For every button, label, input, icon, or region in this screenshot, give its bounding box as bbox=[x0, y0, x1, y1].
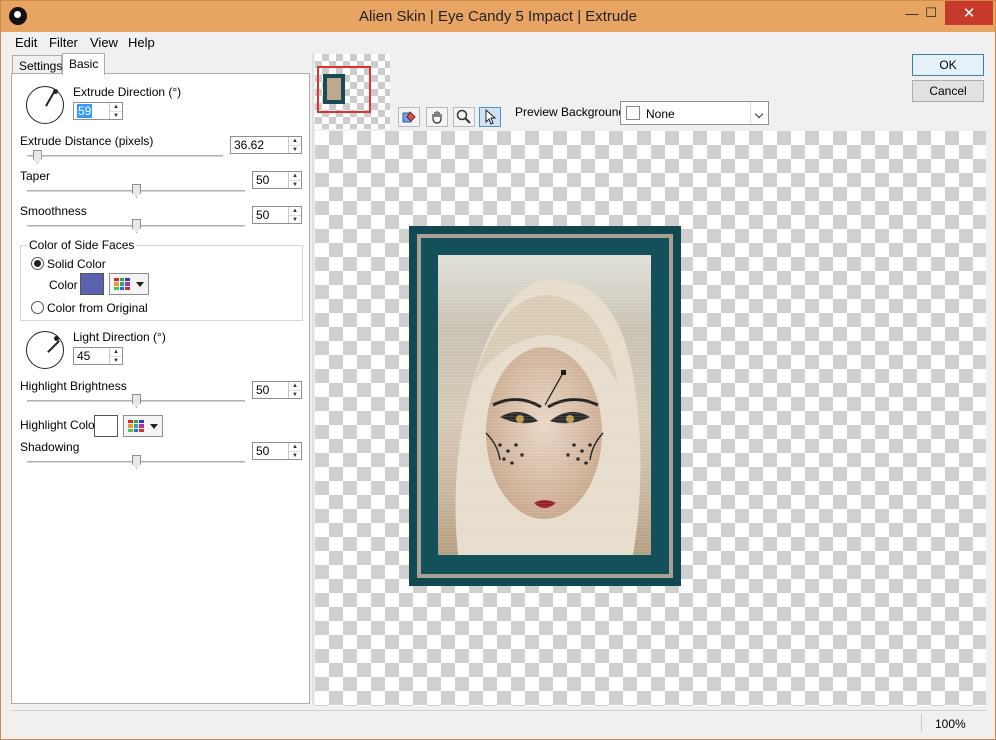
cancel-button[interactable]: Cancel bbox=[912, 80, 984, 102]
highlight-brightness-input[interactable]: 50 ▲ ▼ bbox=[252, 381, 302, 399]
solid-color-label: Solid Color bbox=[47, 257, 106, 271]
app-window: Alien Skin | Eye Candy 5 Impact | Extrud… bbox=[0, 0, 996, 740]
light-direction-label: Light Direction (°) bbox=[73, 330, 166, 344]
smoothness-down-icon[interactable]: ▼ bbox=[289, 215, 301, 224]
tab-basic[interactable]: Basic bbox=[62, 53, 105, 75]
menu-view[interactable]: View bbox=[90, 35, 118, 50]
highlight-brightness-up-icon[interactable]: ▲ bbox=[289, 382, 301, 390]
light-direction-input[interactable]: 45 ▲ ▼ bbox=[73, 347, 123, 365]
extrude-direction-value: 59 bbox=[77, 104, 93, 118]
extrude-distance-up-icon[interactable]: ▲ bbox=[289, 137, 301, 145]
navigator-thumbnail[interactable] bbox=[315, 54, 390, 129]
ok-button[interactable]: OK bbox=[912, 54, 984, 76]
palette-grid-icon bbox=[128, 420, 144, 432]
taper-down-icon[interactable]: ▼ bbox=[289, 180, 301, 189]
taper-slider-thumb[interactable] bbox=[132, 184, 141, 198]
color-from-original-radio[interactable] bbox=[31, 301, 44, 314]
hand-icon bbox=[432, 111, 442, 124]
taper-label: Taper bbox=[20, 169, 51, 183]
maximize-button[interactable]: ☐ bbox=[914, 1, 948, 25]
extrude-distance-slider-thumb[interactable] bbox=[32, 150, 42, 164]
extrude-distance-input[interactable]: 36.62 ▲ ▼ bbox=[230, 136, 302, 154]
chevron-down-icon[interactable] bbox=[750, 102, 768, 124]
magnifier-icon bbox=[456, 109, 471, 124]
light-direction-up-icon[interactable]: ▲ bbox=[110, 348, 122, 356]
highlight-brightness-value: 50 bbox=[256, 383, 270, 397]
menu-help[interactable]: Help bbox=[128, 35, 155, 50]
color-from-original-label: Color from Original bbox=[47, 301, 148, 315]
smoothness-slider-thumb[interactable] bbox=[132, 219, 141, 233]
smoothness-input[interactable]: 50 ▲ ▼ bbox=[252, 206, 302, 224]
menu-bar: Edit Filter View Help bbox=[2, 32, 995, 52]
shadowing-value: 50 bbox=[256, 444, 270, 458]
shadowing-down-icon[interactable]: ▼ bbox=[289, 451, 301, 460]
highlight-brightness-label: Highlight Brightness bbox=[20, 379, 127, 393]
side-face-palette-button[interactable] bbox=[109, 273, 149, 295]
side-face-color-swatch[interactable] bbox=[80, 273, 104, 295]
smoothness-up-icon[interactable]: ▲ bbox=[289, 207, 301, 215]
extrude-distance-down-icon[interactable]: ▼ bbox=[289, 145, 301, 154]
light-direction-down-icon[interactable]: ▼ bbox=[110, 356, 122, 365]
menu-edit[interactable]: Edit bbox=[15, 35, 37, 50]
shadowing-up-icon[interactable]: ▲ bbox=[289, 443, 301, 451]
status-bar: 100% bbox=[11, 710, 987, 734]
solid-color-radio[interactable] bbox=[31, 257, 44, 270]
taper-value: 50 bbox=[256, 173, 270, 187]
extrude-direction-dial[interactable] bbox=[26, 86, 64, 124]
palette-dropdown-icon bbox=[150, 424, 158, 429]
light-direction-value: 45 bbox=[77, 349, 91, 363]
shadowing-label: Shadowing bbox=[20, 440, 80, 454]
preview-background-swatch bbox=[626, 106, 640, 120]
highlight-color-label: Highlight Color bbox=[20, 418, 99, 432]
highlight-brightness-slider-thumb[interactable] bbox=[132, 394, 141, 408]
bucket-compare-icon bbox=[402, 111, 416, 123]
extrude-distance-value: 36.62 bbox=[234, 138, 265, 152]
tab-settings[interactable]: Settings bbox=[12, 55, 62, 75]
extrude-distance-label: Extrude Distance (pixels) bbox=[20, 134, 154, 148]
side-faces-group: Color of Side Faces Solid Color Color Co… bbox=[20, 238, 303, 321]
highlight-brightness-down-icon[interactable]: ▼ bbox=[289, 390, 301, 399]
preview-background-label: Preview Background: bbox=[515, 105, 629, 119]
zoom-level: 100% bbox=[935, 717, 966, 731]
extrude-stripe-overlay bbox=[438, 255, 651, 555]
extrude-distance-slider-track[interactable] bbox=[27, 155, 223, 157]
smoothness-label: Smoothness bbox=[20, 204, 87, 218]
highlight-palette-button[interactable] bbox=[123, 415, 163, 437]
palette-dropdown-icon bbox=[136, 282, 144, 287]
taper-input[interactable]: 50 ▲ ▼ bbox=[252, 171, 302, 189]
preview-background-select[interactable]: None bbox=[620, 101, 769, 125]
title-bar: Alien Skin | Eye Candy 5 Impact | Extrud… bbox=[1, 1, 995, 32]
extrude-direction-dial-hand bbox=[45, 91, 55, 107]
zoom-tool-button[interactable] bbox=[453, 107, 475, 127]
select-tool-button[interactable] bbox=[479, 107, 501, 127]
window-title: Alien Skin | Eye Candy 5 Impact | Extrud… bbox=[359, 8, 637, 25]
extrude-direction-input[interactable]: 59 ▲ ▼ bbox=[73, 102, 123, 120]
basic-settings-panel: Extrude Direction (°) 59 ▲ ▼ Extrude Dist… bbox=[11, 73, 310, 704]
highlight-color-swatch[interactable] bbox=[94, 415, 118, 437]
extrude-direction-down-icon[interactable]: ▼ bbox=[110, 111, 122, 120]
close-button[interactable]: ✕ bbox=[945, 1, 993, 25]
preview-background-value: None bbox=[646, 107, 675, 121]
smoothness-value: 50 bbox=[256, 208, 270, 222]
side-faces-group-title: Color of Side Faces bbox=[27, 238, 137, 252]
light-direction-dial[interactable] bbox=[26, 331, 64, 369]
extrude-direction-handle[interactable] bbox=[53, 89, 58, 94]
menu-filter[interactable]: Filter bbox=[49, 35, 78, 50]
panel-splitter[interactable] bbox=[312, 53, 314, 705]
arrow-pointer-icon bbox=[485, 109, 497, 125]
navigator-viewport-rect[interactable] bbox=[317, 66, 371, 113]
status-separator bbox=[921, 714, 922, 732]
hand-tool-button[interactable] bbox=[426, 107, 448, 127]
extrude-direction-up-icon[interactable]: ▲ bbox=[110, 103, 122, 111]
preview-tool-button[interactable] bbox=[398, 107, 420, 127]
taper-up-icon[interactable]: ▲ bbox=[289, 172, 301, 180]
color-label: Color bbox=[49, 278, 78, 292]
light-direction-dial-hand bbox=[47, 340, 60, 353]
light-direction-handle[interactable] bbox=[54, 336, 59, 341]
shadowing-slider-thumb[interactable] bbox=[132, 455, 141, 469]
extrude-direction-label: Extrude Direction (°) bbox=[73, 85, 182, 99]
shadowing-input[interactable]: 50 ▲ ▼ bbox=[252, 442, 302, 460]
preview-photo bbox=[438, 255, 651, 555]
palette-grid-icon bbox=[114, 278, 130, 290]
